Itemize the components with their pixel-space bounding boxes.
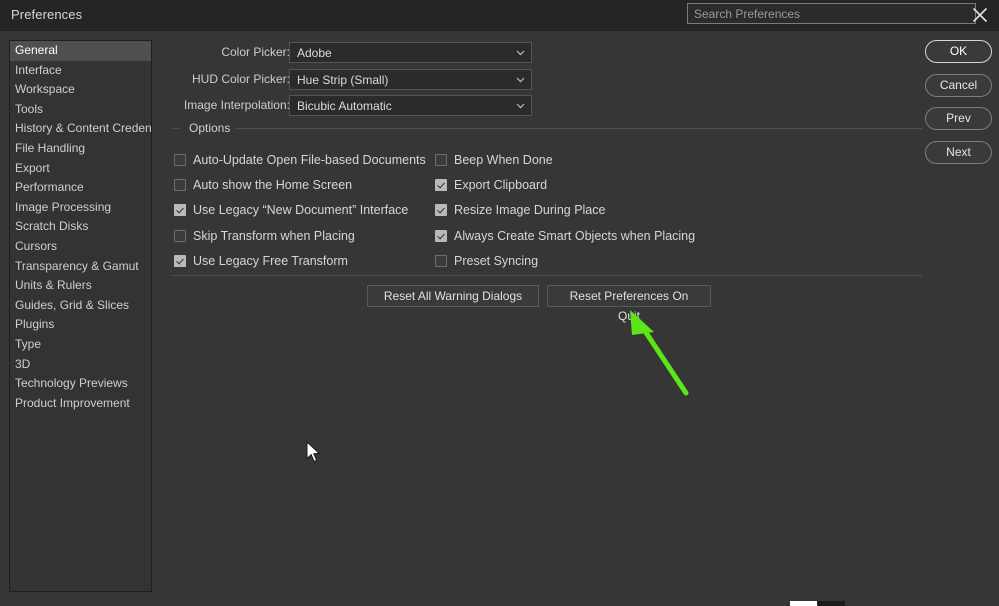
checkbox-row-always-create-smart-objects-when-placing[interactable]: Always Create Smart Objects when Placing [435, 223, 695, 248]
next-button[interactable]: Next [925, 141, 992, 164]
cancel-button[interactable]: Cancel [925, 74, 992, 97]
checkbox-label-resize-image-during-place: Resize Image During Place [454, 203, 606, 218]
sidebar-item-export[interactable]: Export [10, 159, 151, 179]
options-right-column: Beep When Done Export Clipboard Resize Ima… [435, 147, 695, 273]
mouse-cursor-icon [306, 440, 322, 465]
checkbox-label-use-legacy-free-transform: Use Legacy Free Transform [193, 253, 348, 268]
sidebar-item-product-improvement[interactable]: Product Improvement [10, 394, 151, 414]
checkbox-label-preset-syncing: Preset Syncing [454, 253, 539, 268]
checkbox-skip-transform-when-placing[interactable] [174, 229, 186, 242]
chevron-down-icon [516, 77, 525, 83]
field-label-image-interpolation: Image Interpolation: [183, 98, 290, 112]
options-group: Options Auto-Update Open File-based Docu… [172, 121, 922, 276]
checkbox-always-create-smart-objects-when-placing[interactable] [435, 229, 447, 242]
bottom-edge-shadow [818, 601, 845, 606]
checkbox-label-export-clipboard: Export Clipboard [454, 177, 548, 192]
group-border-top-right [235, 128, 922, 129]
sidebar-item-guides-grid-slices[interactable]: Guides, Grid & Slices [10, 296, 151, 316]
checkbox-row-use-legacy-free-transform[interactable]: Use Legacy Free Transform [174, 248, 426, 273]
title-bar: Preferences [0, 0, 999, 31]
sidebar-item-tools[interactable]: Tools [10, 100, 151, 120]
checkbox-label-skip-transform-when-placing: Skip Transform when Placing [193, 228, 355, 243]
checkbox-auto-show-the-home-screen[interactable] [174, 178, 186, 191]
checkbox-resize-image-during-place[interactable] [435, 204, 447, 217]
page-title: Preferences [11, 7, 83, 22]
chevron-down-icon [516, 50, 525, 56]
sidebar-item-transparency-gamut[interactable]: Transparency & Gamut [10, 257, 151, 277]
field-label-color-picker: Color Picker: [221, 45, 290, 59]
checkbox-row-skip-transform-when-placing[interactable]: Skip Transform when Placing [174, 223, 426, 248]
checkbox-auto-update-open-file-based-documents[interactable] [174, 153, 186, 166]
group-border-top-left [172, 128, 180, 129]
checkbox-label-use-legacy-new-document-interface: Use Legacy “New Document” Interface [193, 203, 409, 218]
color-picker-select[interactable]: Adobe [289, 42, 532, 63]
checkbox-row-auto-show-the-home-screen[interactable]: Auto show the Home Screen [174, 172, 426, 197]
checkbox-export-clipboard[interactable] [435, 178, 447, 191]
color-picker-value: Adobe [297, 46, 332, 60]
sidebar-item-history-content-credentials[interactable]: History & Content Credentials [10, 119, 151, 139]
preferences-category-list[interactable]: General Interface Workspace Tools History & … [9, 40, 152, 592]
bottom-edge-highlight [790, 601, 817, 606]
sidebar-item-interface[interactable]: Interface [10, 61, 151, 81]
checkbox-row-resize-image-during-place[interactable]: Resize Image During Place [435, 198, 695, 223]
field-row-color-picker: Color Picker: [170, 42, 290, 63]
sidebar-item-workspace[interactable]: Workspace [10, 80, 151, 100]
options-group-title: Options [185, 121, 235, 135]
sidebar-item-3d[interactable]: 3D [10, 355, 151, 375]
hud-color-picker-value: Hue Strip (Small) [297, 73, 389, 87]
group-border-bottom [172, 275, 922, 276]
sidebar-item-performance[interactable]: Performance [10, 178, 151, 198]
sidebar-item-image-processing[interactable]: Image Processing [10, 198, 151, 218]
image-interpolation-select[interactable]: Bicubic Automatic [289, 95, 532, 116]
checkbox-label-auto-show-the-home-screen: Auto show the Home Screen [193, 177, 353, 192]
checkbox-row-auto-update-open-file-based-documents[interactable]: Auto-Update Open File-based Documents [174, 147, 426, 172]
search-input[interactable] [688, 4, 975, 23]
chevron-down-icon [516, 103, 525, 109]
checkbox-label-beep-when-done: Beep When Done [454, 152, 553, 167]
sidebar-item-cursors[interactable]: Cursors [10, 237, 151, 257]
reset-all-warning-dialogs-button[interactable]: Reset All Warning Dialogs [367, 285, 539, 307]
prev-button[interactable]: Prev [925, 107, 992, 130]
field-row-hud-color-picker: HUD Color Picker: [170, 69, 290, 90]
close-icon[interactable] [968, 3, 992, 27]
sidebar-item-technology-previews[interactable]: Technology Previews [10, 374, 151, 394]
checkbox-use-legacy-free-transform[interactable] [174, 254, 186, 267]
sidebar-item-scratch-disks[interactable]: Scratch Disks [10, 217, 151, 237]
checkbox-row-preset-syncing[interactable]: Preset Syncing [435, 248, 695, 273]
checkbox-row-beep-when-done[interactable]: Beep When Done [435, 147, 695, 172]
field-label-hud-color-picker: HUD Color Picker: [191, 72, 290, 86]
checkbox-label-auto-update-open-file-based-documents: Auto-Update Open File-based Documents [193, 152, 426, 167]
checkbox-label-always-create-smart-objects-when-placing: Always Create Smart Objects when Placing [454, 228, 696, 243]
search-preferences-box[interactable] [687, 3, 976, 24]
checkbox-row-use-legacy-new-document-interface[interactable]: Use Legacy “New Document” Interface [174, 198, 426, 223]
checkbox-row-export-clipboard[interactable]: Export Clipboard [435, 172, 695, 197]
checkbox-preset-syncing[interactable] [435, 254, 447, 267]
options-left-column: Auto-Update Open File-based Documents Aut… [174, 147, 426, 273]
image-interpolation-value: Bicubic Automatic [297, 99, 392, 113]
checkbox-beep-when-done[interactable] [435, 153, 447, 166]
sidebar-item-units-rulers[interactable]: Units & Rulers [10, 276, 151, 296]
sidebar-item-plugins[interactable]: Plugins [10, 315, 151, 335]
ok-button[interactable]: OK [925, 40, 992, 63]
hud-color-picker-select[interactable]: Hue Strip (Small) [289, 69, 532, 90]
sidebar-item-file-handling[interactable]: File Handling [10, 139, 151, 159]
reset-preferences-on-quit-button[interactable]: Reset Preferences On Quit [547, 285, 711, 323]
checkbox-use-legacy-new-document-interface[interactable] [174, 204, 186, 217]
sidebar-item-general[interactable]: General [10, 41, 151, 61]
sidebar-item-type[interactable]: Type [10, 335, 151, 355]
field-row-image-interpolation: Image Interpolation: [170, 95, 290, 116]
